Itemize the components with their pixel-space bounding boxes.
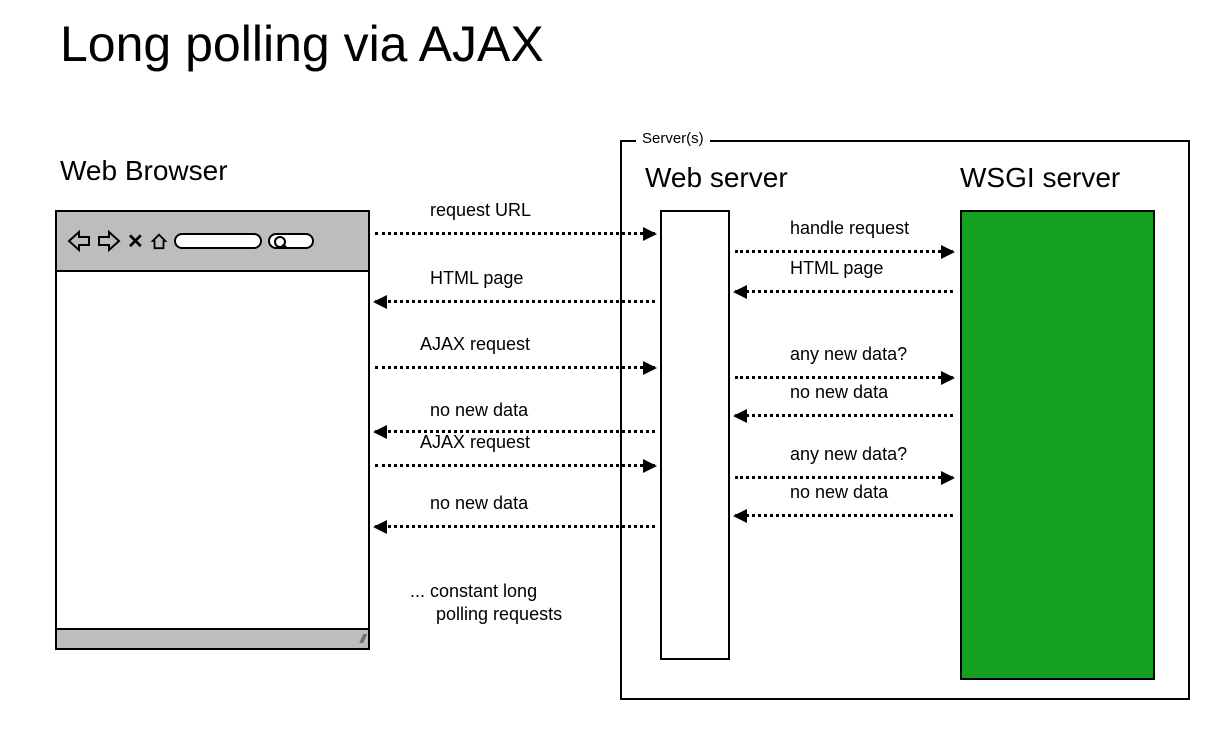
msg-nonew-1: no new data <box>430 400 528 421</box>
arrow-nonew-r1 <box>735 414 953 417</box>
msg-nonew-r2: no new data <box>790 482 888 503</box>
arrow-request-url <box>375 232 655 235</box>
arrow-nonew-1 <box>375 430 655 433</box>
browser-window: ✕ /// <box>55 210 370 650</box>
wsgi-lifeline <box>960 210 1155 680</box>
arrow-nonew-r2 <box>735 514 953 517</box>
arrow-html-page <box>375 300 655 303</box>
msg-anynew-2: any new data? <box>790 444 907 465</box>
webserver-label: Web server <box>645 162 788 194</box>
forward-arrow-icon <box>97 230 121 252</box>
home-icon <box>150 232 168 250</box>
msg-nonew-2: no new data <box>430 493 528 514</box>
resize-grip-icon: /// <box>360 632 364 646</box>
browser-statusbar: /// <box>57 628 368 648</box>
arrow-anynew-2 <box>735 476 953 479</box>
note-line2: polling requests <box>410 604 562 624</box>
arrow-ajax-2 <box>375 464 655 467</box>
msg-request-url: request URL <box>430 200 531 221</box>
back-arrow-icon <box>67 230 91 252</box>
diagram-title: Long polling via AJAX <box>60 15 544 73</box>
arrow-handle-request <box>735 250 953 253</box>
stop-icon: ✕ <box>127 229 144 254</box>
msg-ajax-1: AJAX request <box>420 334 530 355</box>
msg-nonew-r1: no new data <box>790 382 888 403</box>
arrow-ajax-1 <box>375 366 655 369</box>
msg-html-page-r: HTML page <box>790 258 883 279</box>
webserver-lifeline <box>660 210 730 660</box>
arrow-nonew-2 <box>375 525 655 528</box>
msg-html-page: HTML page <box>430 268 523 289</box>
browser-label: Web Browser <box>60 155 228 187</box>
msg-anynew-1: any new data? <box>790 344 907 365</box>
arrow-html-page-r <box>735 290 953 293</box>
msg-handle-request: handle request <box>790 218 909 239</box>
browser-toolbar: ✕ <box>57 212 368 272</box>
url-bar <box>174 233 262 249</box>
msg-ajax-2: AJAX request <box>420 432 530 453</box>
arrow-anynew-1 <box>735 376 953 379</box>
search-box <box>268 233 314 249</box>
polling-note: ... constant long polling requests <box>410 580 562 627</box>
note-line1: ... constant long <box>410 581 537 601</box>
wsgi-label: WSGI server <box>960 162 1120 194</box>
server-group-label: Server(s) <box>636 130 710 147</box>
